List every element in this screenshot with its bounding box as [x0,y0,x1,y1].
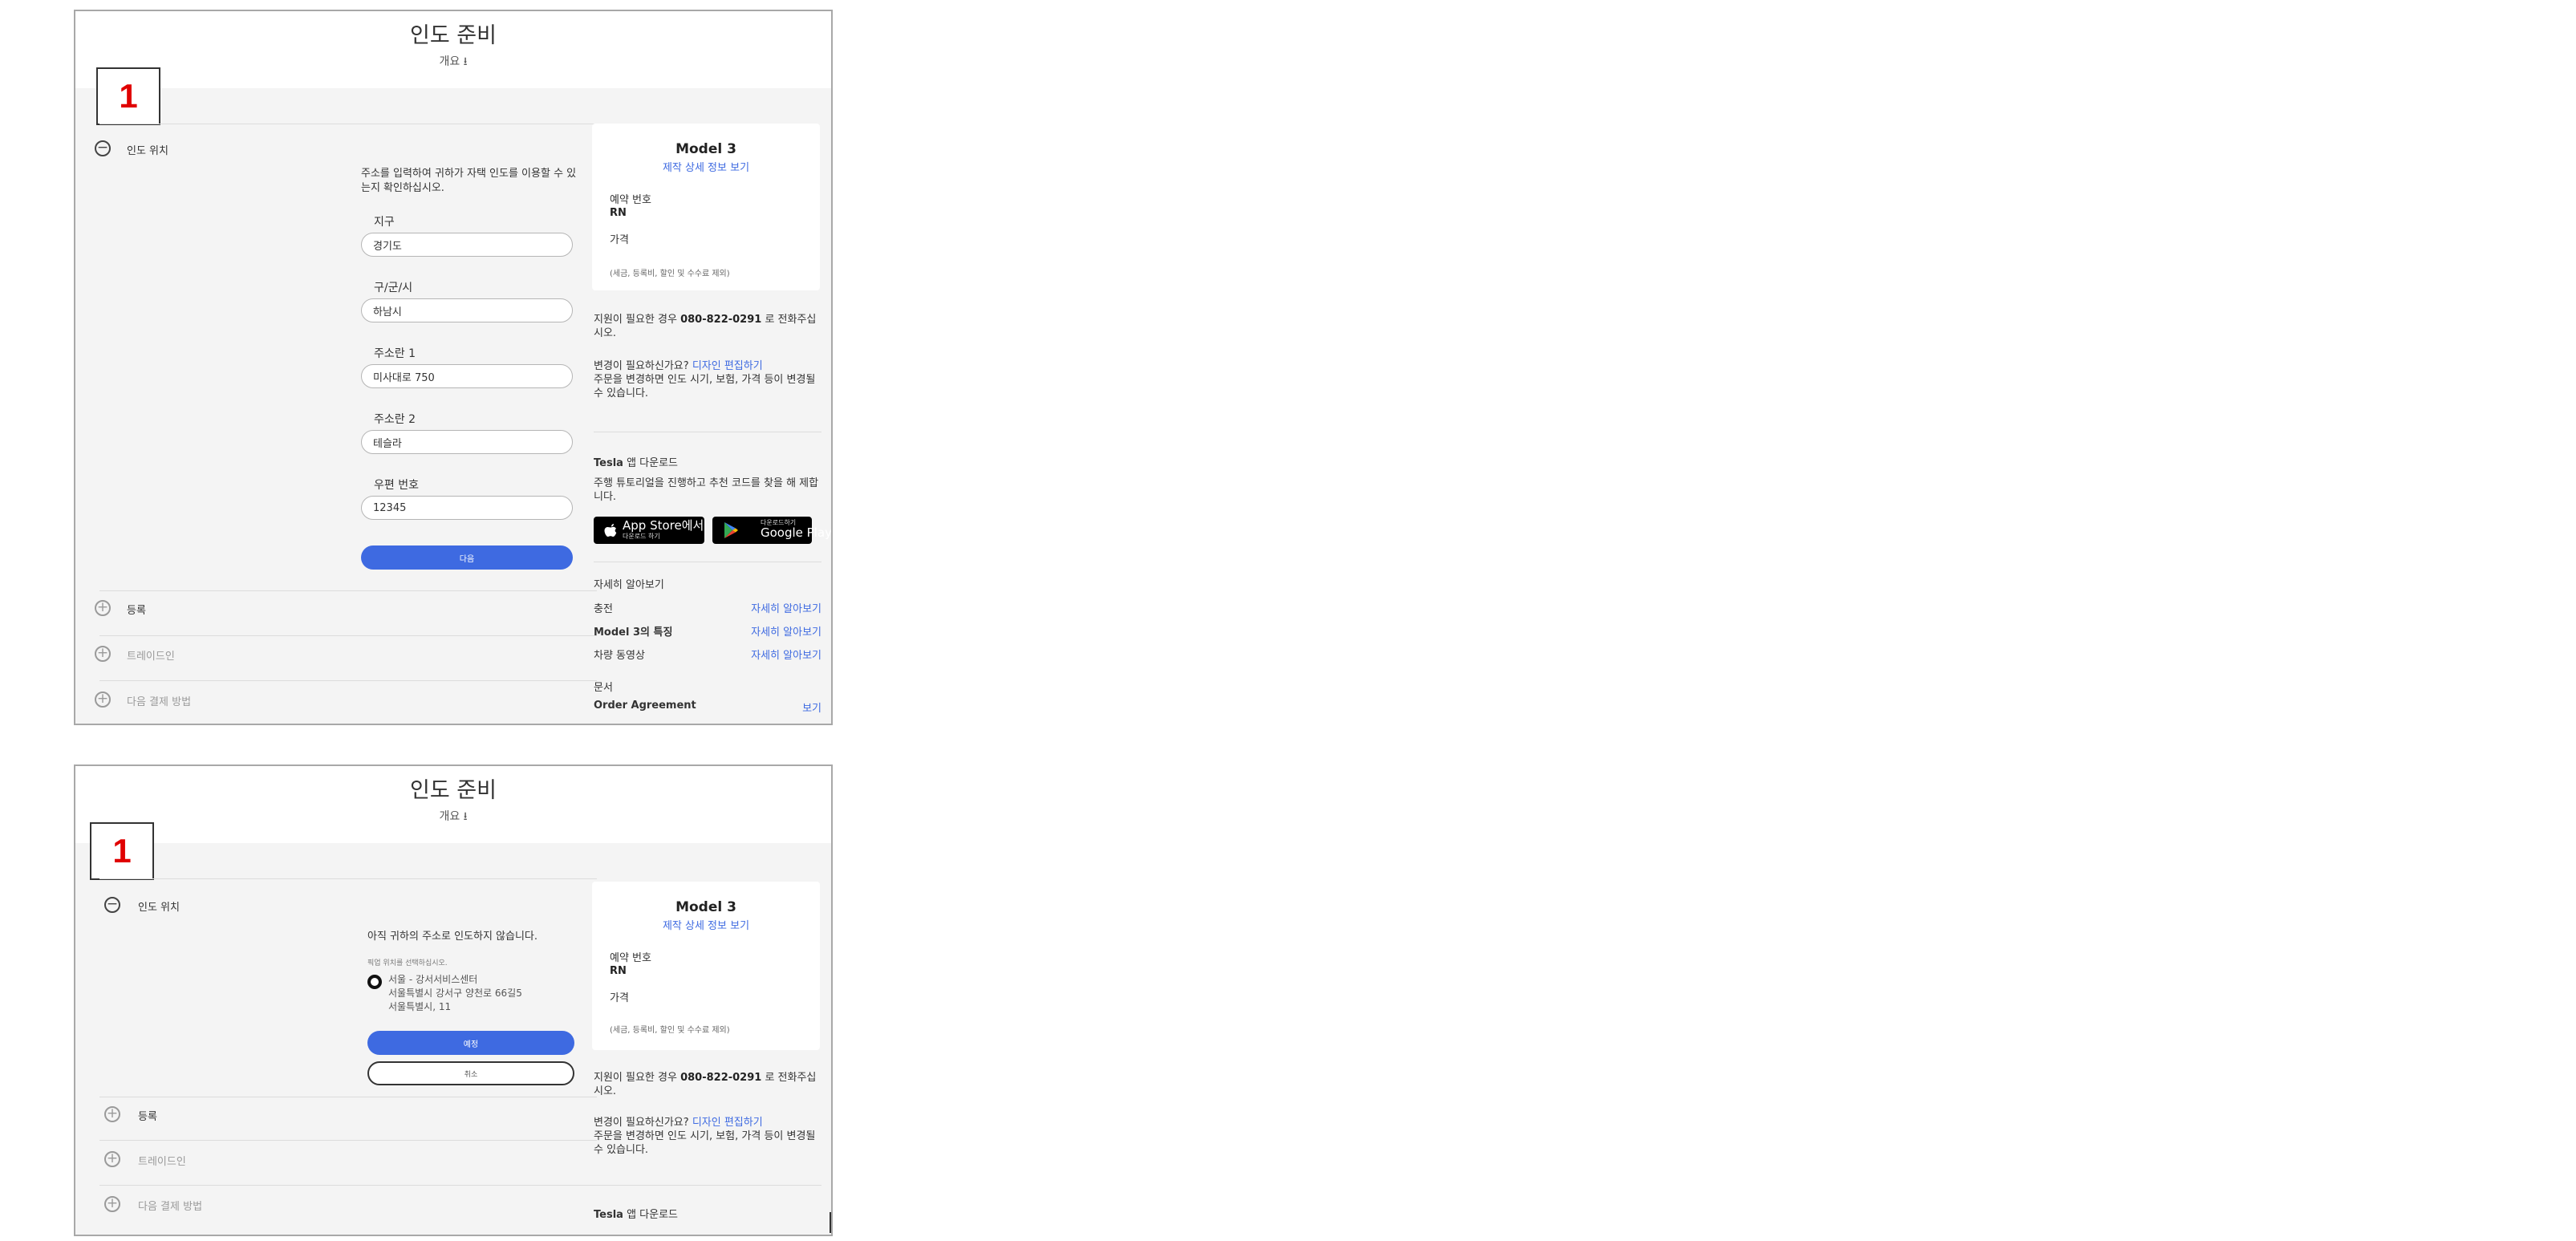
step-number-box: 1 [96,67,160,125]
accordion-trade-in[interactable]: 트레이드인 [127,647,175,663]
order-agreement-label: Order Agreement [594,700,696,712]
section-divider [99,680,597,681]
pickup-location-address2: 서울특별시, 11 [388,1001,452,1012]
accordion-final-payment[interactable]: 다음 결제 방법 [127,693,191,708]
scrollbar[interactable] [830,1212,831,1233]
accordion-registration[interactable]: 등록 [127,602,146,617]
postal-code-input[interactable] [361,496,573,520]
changes-section: 변경이 필요하신가요? 디자인 편집하기 주문을 변경하면 인도 시기, 보험,… [594,360,816,399]
apple-icon [604,524,617,537]
reservation-label: 예약 번호 [610,952,651,964]
expand-icon[interactable]: + [95,691,111,708]
delivery-prep-panel-pickup: 인도 준비 개요 ⭳ 1 − 인도 위치 아직 귀하의 주소로 인도하지 않습니… [74,764,833,1236]
price-note: (세금, 등록비, 할인 및 수수료 제외) [610,1026,730,1035]
accordion-delivery-location[interactable]: 인도 위치 [138,898,180,914]
address-line1-input[interactable] [361,364,573,388]
learn-more-link-videos[interactable]: 자세히 알아보기 [717,647,821,662]
changes-text: 주문을 변경하면 인도 시기, 보험, 가격 등이 변경될 수 있습니다. [594,374,816,399]
google-play-icon [724,522,738,538]
accordion-final-payment[interactable]: 다음 결제 방법 [138,1198,202,1213]
documents-title: 문서 [594,682,613,694]
price-label: 가격 [610,992,629,1004]
model-name: Model 3 [675,141,736,157]
expand-icon[interactable]: + [104,1106,120,1122]
app-store-sublabel: 다운로드 하기 [623,533,660,540]
app-download-text: 주행 튜토리얼을 진행하고 추천 코드를 찾을 해 제합니다. [594,477,819,503]
app-download-title: Tesla 앱 다운로드 [594,1209,679,1221]
google-play-button[interactable]: 다운로드하기 Google Play [712,517,831,544]
learn-row-videos: 차량 동영상 [594,650,645,662]
section-divider [99,1185,597,1186]
section-divider [99,1140,597,1141]
app-store-label: App Store에서 [623,518,704,533]
expand-icon[interactable]: + [104,1196,120,1212]
learn-more-link-charging[interactable]: 자세히 알아보기 [717,600,821,615]
edit-design-link[interactable]: 디자인 편집하기 [692,1117,763,1129]
edit-design-link[interactable]: 디자인 편집하기 [692,360,763,372]
no-delivery-message: 아직 귀하의 주소로 인도하지 않습니다. [367,931,538,943]
section-divider [99,878,597,879]
address-line2-label: 주소란 2 [374,413,416,426]
step-number-box: 1 [90,822,154,880]
collapse-icon[interactable]: − [95,140,111,156]
app-store-button[interactable]: App Store에서 다운로드 하기 [594,517,704,544]
accordion-trade-in[interactable]: 트레이드인 [138,1153,186,1168]
district-input[interactable] [361,233,573,257]
page-title: 인도 준비 [410,23,497,48]
app-download-title: Tesla 앱 다운로드 [594,457,679,469]
collapse-icon[interactable]: − [104,897,120,913]
city-label: 구/군/시 [374,282,413,294]
confirm-button[interactable]: 예정 [367,1031,574,1055]
learn-more-link-features[interactable]: 자세히 알아보기 [717,623,821,639]
page-header: 인도 준비 개요 ⭳ [75,11,831,88]
pickup-hint: 픽업 위치를 선택하십시오. [367,959,448,967]
district-label: 지구 [374,216,395,229]
section-divider [99,590,597,591]
address-intro-text: 주소를 입력하여 귀하가 자택 인도를 이용할 수 있는지 확인하십시오. [361,168,577,194]
postal-code-label: 우편 번호 [374,479,419,492]
changes-text: 주문을 변경하면 인도 시기, 보험, 가격 등이 변경될 수 있습니다. [594,1130,816,1156]
support-phone: 080-822-0291 [680,1072,762,1084]
reservation-value: RN [610,965,627,977]
build-details-link[interactable]: 제작 상세 정보 보기 [592,159,820,174]
accordion-delivery-location[interactable]: 인도 위치 [127,142,168,157]
pickup-location-address1: 서울특별시 강서구 양천로 66길5 [388,988,522,999]
accordion-registration[interactable]: 등록 [138,1108,157,1123]
model-name: Model 3 [675,899,736,915]
order-agreement-view-link[interactable]: 보기 [757,700,821,715]
delivery-prep-panel-address: 인도 준비 개요 ⭳ 1 − 인도 위치 주소를 입력하여 귀하가 자택 인도를… [74,10,833,725]
reservation-label: 예약 번호 [610,194,651,206]
reservation-value: RN [610,207,627,219]
pickup-location-option[interactable]: 서울 - 강서서비스센터 서울특별시 강서구 양천로 66길5 서울특별시, 1… [388,973,522,1014]
expand-icon[interactable]: + [95,646,111,662]
learn-row-charging: 충전 [594,603,613,615]
google-play-label: Google Play [761,525,832,540]
support-phone: 080-822-0291 [680,314,762,326]
section-divider [99,635,597,636]
section-divider [594,1185,821,1186]
page-title: 인도 준비 [410,778,497,803]
order-summary-card: Model 3 제작 상세 정보 보기 예약 번호 RN 가격 (세금, 등록비… [592,124,820,290]
learn-row-features: Model 3의 특징 [594,627,673,639]
next-button[interactable]: 다음 [361,545,573,570]
support-text: 지원이 필요한 경우 080-822-0291 로 전화주십시오. [594,1072,817,1097]
price-note: (세금, 등록비, 할인 및 수수료 제외) [610,270,730,278]
overview-link[interactable]: 개요 ⭳ [75,808,831,827]
pickup-location-radio[interactable] [367,975,382,989]
address-line2-input[interactable] [361,430,573,454]
support-text: 지원이 필요한 경우 080-822-0291 로 전화주십시오. [594,314,817,339]
price-label: 가격 [610,234,629,246]
learn-more-title: 자세히 알아보기 [594,579,664,591]
expand-icon[interactable]: + [104,1151,120,1167]
page-header: 인도 준비 개요 ⭳ [75,766,831,843]
cancel-button[interactable]: 취소 [367,1061,574,1085]
city-input[interactable] [361,298,573,322]
order-summary-card: Model 3 제작 상세 정보 보기 예약 번호 RN 가격 (세금, 등록비… [592,882,820,1050]
overview-link[interactable]: 개요 ⭳ [75,53,831,72]
build-details-link[interactable]: 제작 상세 정보 보기 [592,917,820,932]
pickup-location-name: 서울 - 강서서비스센터 [388,974,478,985]
address-line1-label: 주소란 1 [374,347,416,360]
changes-section: 변경이 필요하신가요? 디자인 편집하기 주문을 변경하면 인도 시기, 보험,… [594,1117,816,1156]
expand-icon[interactable]: + [95,600,111,616]
